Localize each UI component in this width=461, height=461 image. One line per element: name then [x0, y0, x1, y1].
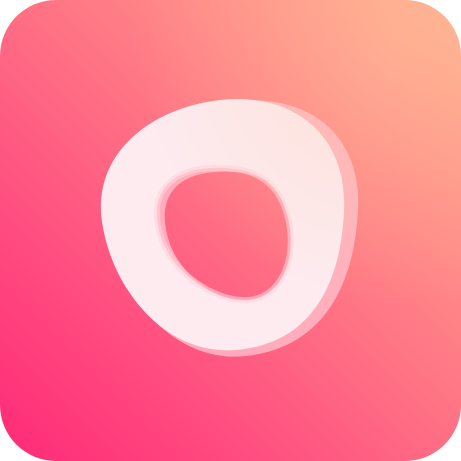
app-icon — [0, 0, 461, 461]
rounded-triangle-ring-icon — [100, 98, 359, 357]
ring-main-layer — [100, 98, 345, 351]
